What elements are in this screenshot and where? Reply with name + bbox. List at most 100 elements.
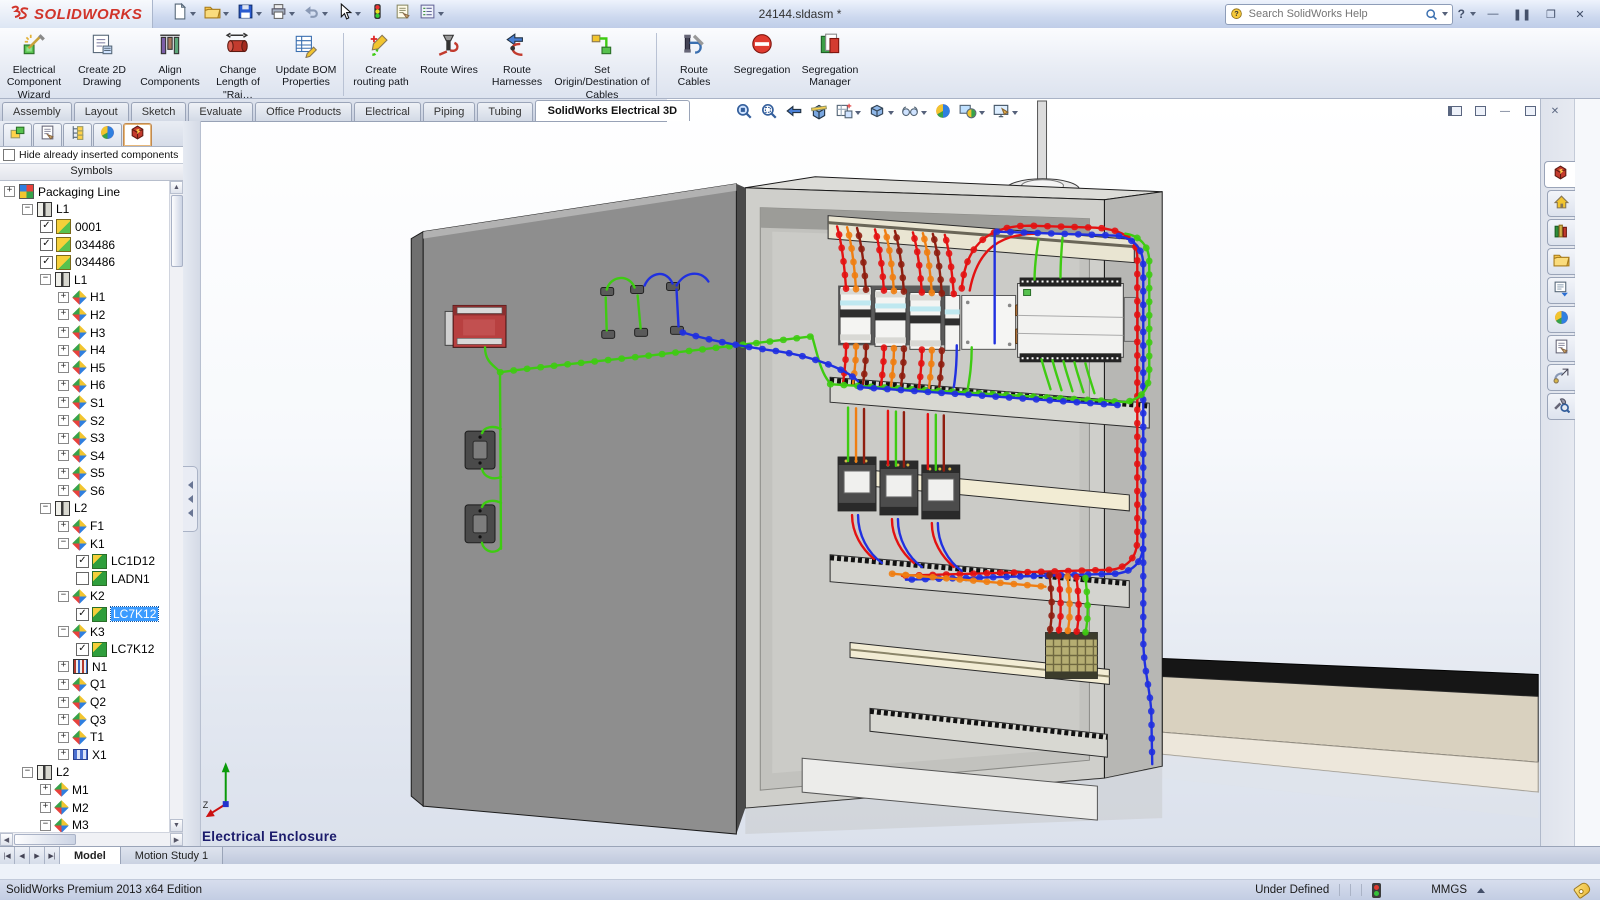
- 3d-viewport-scene[interactable]: Z: [200, 99, 1540, 846]
- next-tab-button[interactable]: ▶: [30, 847, 45, 865]
- expand-toggle[interactable]: +: [58, 714, 69, 725]
- help-menu-caret[interactable]: [1470, 12, 1476, 16]
- undo-button[interactable]: [300, 1, 331, 27]
- save-button[interactable]: [234, 1, 265, 27]
- minimize-window-button[interactable]: —: [1481, 6, 1505, 22]
- ribbon-change-length-button[interactable]: Change Length of "Rai…: [205, 31, 271, 102]
- tree-item-label[interactable]: L2: [74, 501, 87, 515]
- search-icon[interactable]: [1425, 8, 1438, 21]
- expand-toggle[interactable]: +: [58, 697, 69, 708]
- taskpane-tab-wrench-search[interactable]: [1547, 393, 1575, 420]
- tree-item-ladn1[interactable]: LADN1: [0, 570, 170, 588]
- command-tab-tubing[interactable]: Tubing: [477, 102, 532, 121]
- ribbon-create-routing-path-button[interactable]: Create routing path: [348, 31, 414, 97]
- expand-toggle[interactable]: +: [58, 485, 69, 496]
- hide-show-items-button[interactable]: [899, 100, 929, 127]
- panel-tab-component-properties[interactable]: [33, 123, 62, 146]
- tree-item-label[interactable]: 0001: [75, 220, 102, 234]
- panel-tab-tree-manager[interactable]: [63, 123, 92, 146]
- command-tab-layout[interactable]: Layout: [74, 102, 129, 121]
- tree-item-m2[interactable]: +M2: [0, 799, 170, 817]
- tree-item-lc7k12[interactable]: ✓LC7K12: [0, 605, 170, 623]
- tree-item-label[interactable]: H6: [90, 378, 105, 392]
- tree-item-h5[interactable]: + H5: [0, 359, 170, 377]
- taskpane-tab-file-explorer[interactable]: [1547, 248, 1575, 275]
- taskpane-tab-clamp-arrow[interactable]: [1547, 364, 1575, 391]
- tab-model[interactable]: Model: [60, 847, 121, 865]
- expand-toggle[interactable]: −: [40, 274, 51, 285]
- expand-toggle[interactable]: +: [58, 397, 69, 408]
- ribbon-segregation-button[interactable]: Segregation: [729, 31, 795, 97]
- conveyor-beam[interactable]: [1162, 659, 1538, 819]
- tree-item-label[interactable]: K1: [90, 537, 105, 551]
- close-doc-button[interactable]: ✕: [1544, 103, 1566, 119]
- tree-item-label[interactable]: F1: [90, 519, 104, 533]
- options-list-button[interactable]: [416, 1, 447, 27]
- zoom-fit-button[interactable]: [733, 100, 755, 127]
- tree-item-s6[interactable]: +S6: [0, 482, 170, 500]
- tree-item-checkbox[interactable]: ✓: [76, 608, 89, 621]
- ribbon-route-harnesses-button[interactable]: Route Harnesses: [484, 31, 550, 97]
- tree-item-l1[interactable]: −L1: [0, 201, 170, 219]
- tree-item-label[interactable]: S2: [90, 414, 105, 428]
- expand-toggle[interactable]: +: [58, 749, 69, 760]
- tree-item-f1[interactable]: +F1: [0, 517, 170, 535]
- door-button-2[interactable]: [465, 505, 495, 543]
- expand-toggle[interactable]: +: [58, 661, 69, 672]
- tree-item-0001[interactable]: ✓0001: [0, 218, 170, 236]
- ribbon-segregation-manager-button[interactable]: Segregation Manager: [797, 31, 863, 97]
- tree-item-label[interactable]: S5: [90, 466, 105, 480]
- dropdown-caret[interactable]: [438, 12, 444, 16]
- tree-item-label[interactable]: 034486: [75, 255, 115, 269]
- tree-item-l2[interactable]: −L2: [0, 764, 170, 782]
- hide-inserted-checkbox[interactable]: [3, 149, 15, 161]
- tree-item-label[interactable]: L1: [74, 273, 87, 287]
- command-tab-assembly[interactable]: Assembly: [2, 102, 72, 121]
- tree-item-q2[interactable]: +Q2: [0, 693, 170, 711]
- dropdown-caret[interactable]: [888, 111, 894, 115]
- view-orientation-button[interactable]: [833, 100, 863, 127]
- scroll-thumb[interactable]: [171, 195, 183, 267]
- expand-toggle[interactable]: +: [58, 309, 69, 320]
- tree-item-label[interactable]: Q1: [90, 677, 106, 691]
- tab-motion-study[interactable]: Motion Study 1: [121, 847, 223, 865]
- ribbon-create-2d-drawing-button[interactable]: Create 2D Drawing: [69, 31, 135, 97]
- tree-item-label[interactable]: N1: [92, 660, 107, 674]
- units-selector[interactable]: MMGS: [1431, 884, 1467, 896]
- ribbon-route-cables-button[interactable]: Route Cables: [661, 31, 727, 97]
- ribbon-align-components-button[interactable]: Align Components: [137, 31, 203, 97]
- expand-toggle[interactable]: +: [58, 362, 69, 373]
- taskpane-tab-appearances-scenes[interactable]: [1547, 306, 1575, 333]
- terminal-block[interactable]: [1046, 633, 1098, 679]
- tree-vertical-scrollbar[interactable]: ▲ ▼: [169, 181, 183, 832]
- expand-toggle[interactable]: −: [40, 820, 51, 831]
- taskpane-tab-custom-properties[interactable]: [1547, 335, 1575, 362]
- ribbon-update-bom-properties-button[interactable]: Update BOM Properties: [273, 31, 339, 97]
- tree-item-label[interactable]: S1: [90, 396, 105, 410]
- tree-item-checkbox[interactable]: [76, 572, 89, 585]
- rebuild-traffic-light-button[interactable]: [366, 1, 389, 27]
- apply-scene-button[interactable]: [957, 100, 987, 127]
- tree-item-label[interactable]: K3: [90, 625, 105, 639]
- tree-item-t1[interactable]: +T1: [0, 728, 170, 746]
- expand-toggle[interactable]: +: [58, 732, 69, 743]
- expand-toggle[interactable]: −: [22, 204, 33, 215]
- expand-toggle[interactable]: +: [58, 450, 69, 461]
- scroll-right-button[interactable]: ▶: [170, 833, 183, 846]
- tree-item-034486[interactable]: ✓034486: [0, 253, 170, 271]
- taskpane-tab-design-library[interactable]: [1547, 219, 1575, 246]
- expand-toggle[interactable]: +: [58, 292, 69, 303]
- minimize-doc-button[interactable]: —: [1494, 103, 1516, 119]
- close-window-button[interactable]: ✕: [1568, 6, 1592, 22]
- tree-item-label[interactable]: H3: [90, 326, 105, 340]
- expand-toggle[interactable]: +: [40, 802, 51, 813]
- tree-item-x1[interactable]: +X1: [0, 746, 170, 764]
- tree-item-label[interactable]: K2: [90, 589, 105, 603]
- edit-appearance-button[interactable]: [932, 100, 954, 127]
- tree-item-label[interactable]: H2: [90, 308, 105, 322]
- door-button-1[interactable]: [465, 431, 495, 469]
- pause-collaboration-button[interactable]: ❚❚: [1510, 6, 1534, 22]
- tree-item-label[interactable]: H5: [90, 361, 105, 375]
- panel-tab-insert-component[interactable]: [3, 123, 32, 146]
- graphics-area[interactable]: Z: [200, 99, 1540, 846]
